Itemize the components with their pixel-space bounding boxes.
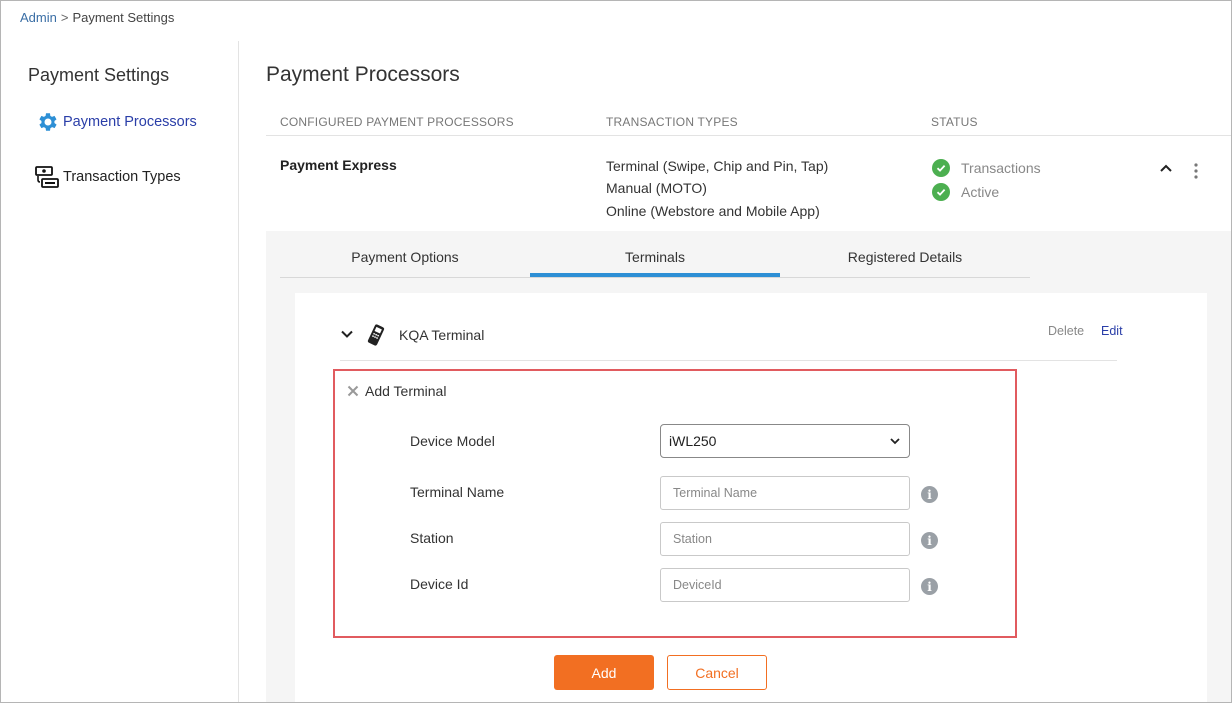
add-terminal-header: Add Terminal [345,383,446,399]
breadcrumb-current: Payment Settings [72,10,175,25]
info-icon[interactable]: i [921,578,938,595]
add-terminal-title: Add Terminal [365,383,447,399]
transaction-type-item: Online (Webstore and Mobile App) [606,202,820,219]
terminal-name: KQA Terminal [399,327,485,343]
edit-terminal-link[interactable]: Edit [1101,324,1123,338]
column-header-status: STATUS [931,115,978,129]
terminals-card: KQA Terminal Delete Edit Add Terminal De… [295,293,1207,702]
check-circle-icon [932,183,950,201]
sidebar-title: Payment Settings [28,65,170,85]
terminal-row: KQA Terminal Delete Edit [340,313,1123,361]
status-item: Transactions [932,156,1041,180]
more-options-icon[interactable] [1189,162,1203,180]
transaction-type-item: Terminal (Swipe, Chip and Pin, Tap) [606,158,829,174]
status-label: Transactions [961,160,1041,176]
page-title: Payment Processors [266,63,460,86]
status-list: Transactions Active [932,156,1041,204]
column-header-processors: CONFIGURED PAYMENT PROCESSORS [280,115,514,129]
sidebar-item-transaction-types[interactable]: Transaction Types [34,164,181,190]
details-tabs: Payment Options Terminals Registered Det… [280,243,1030,278]
sidebar-item-label: Payment Processors [63,114,197,130]
processor-name: Payment Express [280,157,397,173]
delete-terminal-link[interactable]: Delete [1048,324,1084,338]
close-icon[interactable] [345,383,361,399]
sidebar-item-payment-processors[interactable]: Payment Processors [34,109,197,135]
app-window: Admin > Payment Settings Payment Settings … [0,0,1232,703]
chevron-down-icon[interactable] [340,327,354,341]
cash-register-icon [34,164,60,190]
terminal-name-input[interactable] [660,476,910,510]
device-model-select[interactable]: iWL250 [660,424,910,458]
breadcrumb-admin-link[interactable]: Admin [20,10,57,25]
station-label: Station [410,530,454,546]
transaction-types-list: Terminal (Swipe, Chip and Pin, Tap) Manu… [606,155,828,222]
processor-details-panel: Payment Options Terminals Registered Det… [266,231,1231,702]
station-input[interactable] [660,522,910,556]
tab-payment-options[interactable]: Payment Options [280,243,530,277]
sidebar-item-label: Transaction Types [63,169,181,185]
tab-registered-details[interactable]: Registered Details [780,243,1030,277]
add-button[interactable]: Add [554,655,654,690]
check-circle-icon [932,159,950,177]
info-icon[interactable]: i [921,532,938,549]
info-icon[interactable]: i [921,486,938,503]
transaction-type-item: Manual (MOTO) [606,180,707,197]
column-header-transaction-types: TRANSACTION TYPES [606,115,738,129]
sidebar: Payment Settings Payment Processors Tran… [1,41,239,702]
gear-icon [34,109,60,135]
device-model-label: Device Model [410,433,495,449]
table-header: CONFIGURED PAYMENT PROCESSORS TRANSACTIO… [266,107,1231,136]
tab-terminals[interactable]: Terminals [530,243,780,277]
status-item: Active [932,180,1041,204]
breadcrumb-separator: > [60,10,69,25]
add-terminal-form: Add Terminal Device Model iWL250 Termina… [333,369,1017,638]
device-id-input[interactable] [660,568,910,602]
status-label: Active [961,184,1000,200]
chevron-down-icon [890,438,900,445]
terminal-name-label: Terminal Name [410,484,505,500]
device-model-value: iWL250 [669,433,717,449]
device-id-label: Device Id [410,576,469,592]
cancel-button[interactable]: Cancel [667,655,767,690]
breadcrumb: Admin > Payment Settings [20,10,174,25]
chevron-up-icon[interactable] [1157,159,1175,177]
card-terminal-icon [364,323,388,347]
